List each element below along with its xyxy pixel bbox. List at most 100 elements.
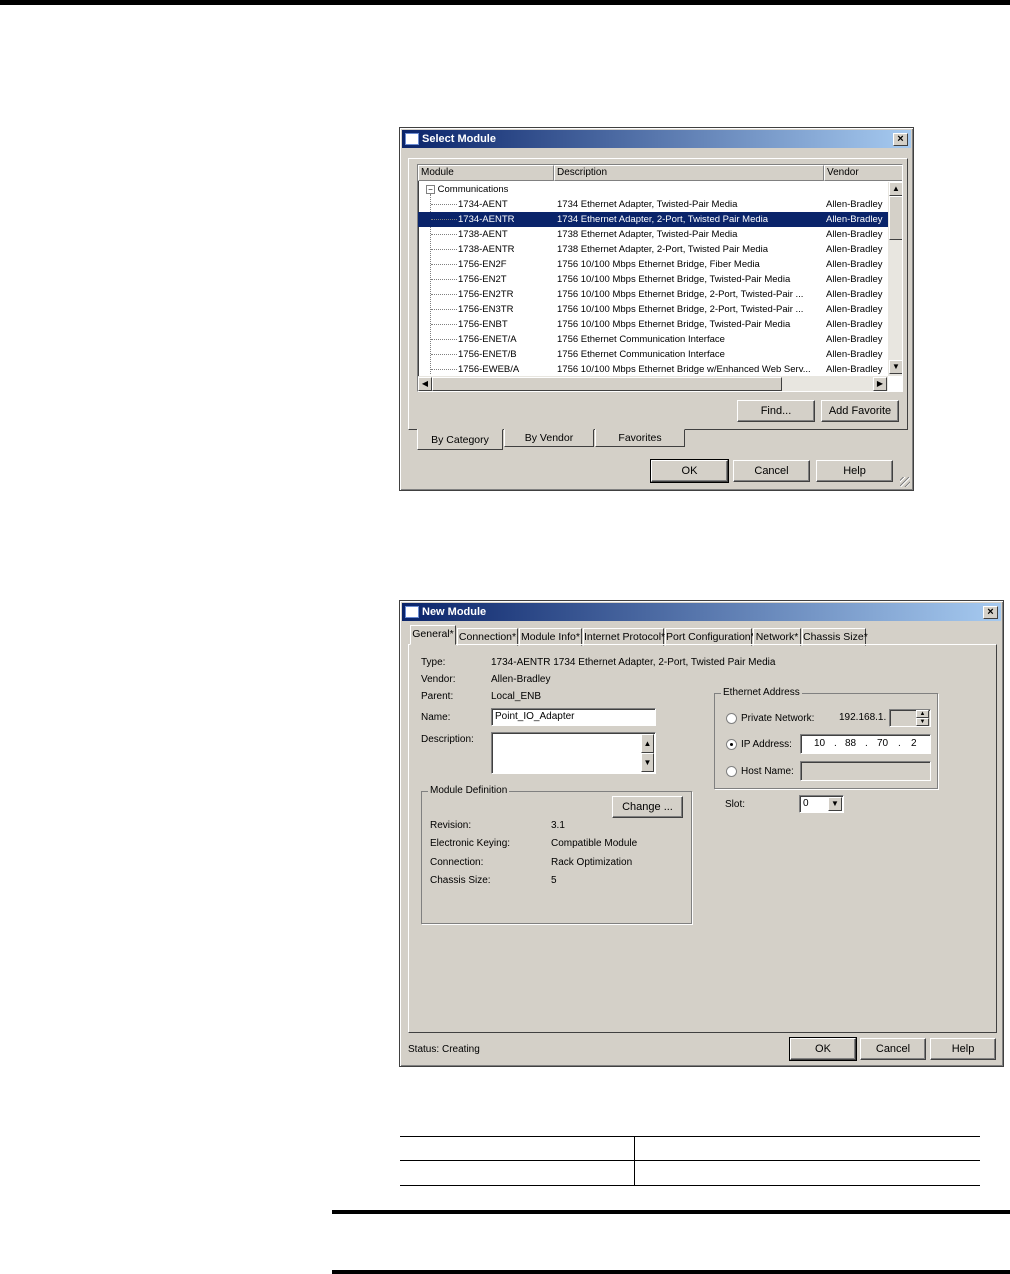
- ip-octet-1[interactable]: 10: [814, 735, 825, 753]
- row-module: 1756-EN2TR: [458, 289, 514, 300]
- vendor-label: Vendor:: [421, 674, 456, 685]
- find-button[interactable]: Find...: [737, 400, 815, 422]
- tree-root-label: Communications: [437, 184, 509, 195]
- description-scroll-down-icon[interactable]: ▼: [641, 753, 654, 772]
- tab-general[interactable]: General*: [410, 625, 456, 645]
- help-button[interactable]: Help: [930, 1038, 996, 1060]
- column-header-module[interactable]: Module: [418, 165, 554, 181]
- cancel-button[interactable]: Cancel: [860, 1038, 926, 1060]
- row-module: 1734-AENTR: [458, 212, 552, 227]
- ip-octet-3[interactable]: 70: [877, 735, 888, 753]
- host-name-radio[interactable]: [726, 766, 737, 777]
- resize-grip-icon[interactable]: [900, 477, 910, 487]
- row-description: 1756 Ethernet Communication Interface: [557, 334, 725, 345]
- dialog-title: New Module: [422, 606, 487, 618]
- row-description: 1738 Ethernet Adapter, Twisted-Pair Medi…: [557, 229, 738, 240]
- private-network-spinner[interactable]: ▲ ▼: [889, 709, 931, 727]
- row-module: 1756-ENET/A: [458, 334, 517, 345]
- tree-branch: [431, 324, 457, 325]
- help-button[interactable]: Help: [816, 460, 893, 482]
- column-header-vendor[interactable]: Vendor: [824, 165, 902, 181]
- scroll-thumb[interactable]: [889, 196, 902, 240]
- tree-root[interactable]: − Communications: [426, 183, 508, 197]
- tab-by-vendor[interactable]: By Vendor: [504, 429, 594, 447]
- list-item[interactable]: 1756-ENBT 1756 10/100 Mbps Ethernet Bridg…: [418, 317, 888, 332]
- row-vendor: Allen-Bradley: [826, 199, 883, 210]
- column-header-description[interactable]: Description: [554, 165, 824, 181]
- tree-branch: [431, 354, 457, 355]
- row-vendor: Allen-Bradley: [826, 349, 883, 360]
- name-field[interactable]: Point_IO_Adapter: [491, 708, 656, 726]
- new-module-titlebar: New Module ×: [402, 603, 1001, 621]
- section-rule-bottom: [332, 1270, 1010, 1274]
- list-item[interactable]: 1734-AENT 1734 Ethernet Adapter, Twisted-…: [418, 197, 888, 212]
- ok-button[interactable]: OK: [650, 459, 729, 483]
- module-rows: 1734-AENT 1734 Ethernet Adapter, Twisted-…: [418, 197, 888, 391]
- slot-select[interactable]: 0 ▼: [799, 795, 844, 813]
- description-scroll-up-icon[interactable]: ▲: [641, 734, 654, 753]
- tree-branch: [431, 219, 457, 220]
- ip-dot-3: .: [898, 738, 901, 749]
- top-rule: [0, 0, 1010, 5]
- scroll-up-icon[interactable]: ▲: [889, 182, 902, 196]
- keying-value: Compatible Module: [551, 838, 638, 849]
- module-definition-title: Module Definition: [428, 785, 510, 796]
- description-label: Description:: [421, 734, 474, 745]
- slot-dropdown-icon[interactable]: ▼: [828, 797, 842, 811]
- private-network-radio[interactable]: [726, 713, 737, 724]
- vertical-scrollbar[interactable]: ▲ ▼: [888, 182, 902, 376]
- host-name-field[interactable]: [800, 761, 931, 781]
- change-button[interactable]: Change ...: [612, 796, 683, 818]
- scroll-thumb-horizontal[interactable]: [432, 377, 782, 391]
- ip-address-field[interactable]: 10 . 88 . 70 . 2: [800, 734, 931, 754]
- ip-address-radio[interactable]: [726, 739, 737, 750]
- host-name-label: Host Name:: [741, 766, 794, 777]
- add-favorite-button[interactable]: Add Favorite: [821, 400, 899, 422]
- row-vendor: Allen-Bradley: [826, 229, 883, 240]
- name-label: Name:: [421, 712, 451, 723]
- close-icon[interactable]: ×: [983, 606, 998, 619]
- ip-dot-2: .: [865, 738, 868, 749]
- general-panel: Type: 1734-AENTR 1734 Ethernet Adapter, …: [408, 644, 997, 1033]
- parent-label: Parent:: [421, 691, 454, 702]
- list-item[interactable]: 1756-EN2F 1756 10/100 Mbps Ethernet Bridg…: [418, 257, 888, 272]
- scroll-down-icon[interactable]: ▼: [889, 360, 902, 374]
- tab-by-category[interactable]: By Category: [417, 429, 503, 450]
- ok-button[interactable]: OK: [789, 1037, 857, 1061]
- row-vendor: Allen-Bradley: [826, 334, 883, 345]
- select-module-titlebar: Select Module ×: [402, 130, 911, 148]
- new-module-dialog: New Module × General* Connection* Module…: [399, 600, 1004, 1067]
- ip-octet-4[interactable]: 2: [911, 735, 917, 753]
- list-item[interactable]: 1738-AENT 1738 Ethernet Adapter, Twisted-…: [418, 227, 888, 242]
- list-item[interactable]: 1756-ENET/B 1756 Ethernet Communication I…: [418, 347, 888, 362]
- close-icon[interactable]: ×: [893, 133, 908, 146]
- scroll-right-icon[interactable]: ▶: [873, 377, 887, 391]
- list-item[interactable]: 1756-EN3TR 1756 10/100 Mbps Ethernet Brid…: [418, 302, 888, 317]
- spinner-up-icon[interactable]: ▲: [916, 710, 929, 718]
- description-field[interactable]: ▲ ▼: [491, 732, 656, 774]
- tree-branch: [431, 264, 457, 265]
- horizontal-scrollbar[interactable]: ◀ ▶: [418, 376, 888, 391]
- list-item[interactable]: 1756-ENET/A 1756 Ethernet Communication I…: [418, 332, 888, 347]
- ip-octet-2[interactable]: 88: [845, 735, 856, 753]
- tree-expander-icon[interactable]: −: [426, 184, 435, 194]
- row-vendor: Allen-Bradley: [826, 364, 883, 375]
- row-description: 1756 10/100 Mbps Ethernet Bridge, Fiber …: [557, 259, 760, 270]
- row-vendor: Allen-Bradley: [826, 304, 883, 315]
- cancel-button[interactable]: Cancel: [733, 460, 810, 482]
- connection-value: Rack Optimization: [551, 857, 633, 868]
- list-item[interactable]: 1756-EN2TR 1756 10/100 Mbps Ethernet Brid…: [418, 287, 888, 302]
- select-module-dialog: Select Module × Module Description Vendo…: [399, 127, 914, 491]
- list-item[interactable]: 1738-AENTR 1738 Ethernet Adapter, 2-Port,…: [418, 242, 888, 257]
- list-item[interactable]: 1756-EN2T 1756 10/100 Mbps Ethernet Bridg…: [418, 272, 888, 287]
- row-vendor: Allen-Bradley: [826, 214, 883, 225]
- scroll-left-icon[interactable]: ◀: [418, 377, 432, 391]
- row-vendor: Allen-Bradley: [826, 259, 883, 270]
- spinner-down-icon[interactable]: ▼: [916, 718, 929, 726]
- blank-table: [400, 1136, 980, 1186]
- list-item[interactable]: 1734-AENTR 1734 Ethernet Adapter, 2-Port,…: [418, 212, 888, 227]
- module-list[interactable]: Module Description Vendor − Communicatio…: [417, 164, 903, 392]
- list-item[interactable]: 1756-EWEB/A 1756 10/100 Mbps Ethernet Bri…: [418, 362, 888, 377]
- tab-favorites[interactable]: Favorites: [595, 429, 685, 447]
- ethernet-address-title: Ethernet Address: [721, 687, 802, 698]
